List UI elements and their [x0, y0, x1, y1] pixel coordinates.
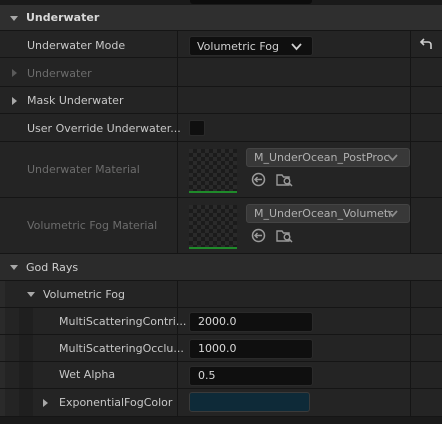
property-label: User Override Underwater... — [27, 122, 181, 135]
wet-alpha-input[interactable]: 0.5 — [189, 366, 313, 386]
use-selected-icon[interactable] — [251, 228, 266, 243]
indent-guide — [19, 335, 33, 361]
browse-icon[interactable] — [276, 228, 293, 243]
name-cell: Underwater Material — [0, 142, 178, 197]
indent-guide — [19, 389, 33, 416]
reset-arrow-icon[interactable] — [419, 38, 433, 50]
underwater-material-row: Underwater Material M_UnderOcean_PostPro… — [0, 142, 442, 198]
indent-guide — [0, 362, 5, 388]
chevron-down-icon — [387, 210, 398, 218]
property-label: Underwater Mode — [27, 39, 126, 52]
property-label: Volumetric Fog Material — [27, 219, 158, 232]
multi-scattering-contribution-input[interactable]: 2000.0 — [189, 312, 313, 332]
name-cell: ExponentialFogColor — [33, 389, 178, 416]
collapse-arrow-icon[interactable] — [27, 292, 35, 297]
name-cell: MultiScatteringOcclu... — [33, 335, 184, 361]
use-selected-icon[interactable] — [251, 172, 266, 187]
asset-name: M_UnderOcean_Volumetr — [254, 207, 393, 220]
chevron-down-icon — [291, 43, 302, 51]
property-label: MultiScatteringOcclu... — [59, 342, 184, 355]
user-override-checkbox[interactable] — [189, 120, 205, 136]
material-thumbnail[interactable] — [189, 205, 237, 249]
name-cell: Volumetric Fog — [5, 281, 178, 307]
material-asset-picker[interactable]: M_UnderOcean_PostProc — [246, 148, 410, 167]
reset-column — [410, 114, 442, 141]
name-cell: MultiScatteringContri... — [33, 308, 186, 334]
indent-guide — [0, 308, 5, 334]
reset-column — [410, 389, 442, 416]
property-label: ExponentialFogColor — [59, 396, 173, 409]
material-asset-picker[interactable]: M_UnderOcean_Volumetr — [246, 204, 410, 223]
underwater-group-row[interactable]: Underwater — [0, 58, 442, 87]
name-cell: Wet Alpha — [33, 362, 178, 388]
mask-underwater-row[interactable]: Mask Underwater — [0, 87, 442, 114]
browse-icon[interactable] — [276, 172, 293, 187]
name-cell: Underwater Mode — [0, 31, 178, 57]
property-label: Mask Underwater — [27, 94, 124, 107]
dropdown-value: Volumetric Fog — [197, 40, 279, 53]
previous-field-edge — [190, 0, 312, 4]
property-label: MultiScatteringContri... — [59, 315, 187, 328]
multi-scattering-occlusion-row: MultiScatteringOcclu... 1000.0 — [0, 335, 442, 362]
category-title: God Rays — [26, 261, 79, 274]
indent-guide — [0, 389, 5, 416]
bottom-strip — [0, 417, 442, 424]
reset-column — [410, 281, 442, 307]
asset-name: M_UnderOcean_PostProc — [254, 151, 390, 164]
fog-color-swatch[interactable] — [189, 392, 310, 412]
category-god-rays[interactable]: God Rays — [0, 254, 442, 281]
reset-column — [410, 198, 442, 253]
underwater-mode-dropdown[interactable]: Volumetric Fog — [189, 36, 313, 56]
wet-alpha-row: Wet Alpha 0.5 — [0, 362, 442, 389]
property-label: Underwater — [27, 67, 92, 80]
indent-guide — [19, 308, 33, 334]
chevron-down-icon — [387, 154, 398, 162]
category-title: Underwater — [26, 11, 100, 24]
collapse-arrow-icon[interactable] — [10, 16, 18, 21]
group-title: Volumetric Fog — [43, 288, 125, 301]
indent-guide — [19, 362, 33, 388]
property-label: Underwater Material — [27, 163, 140, 176]
name-cell: Volumetric Fog Material — [0, 198, 178, 253]
reset-column — [410, 142, 442, 197]
category-underwater[interactable]: Underwater — [0, 5, 442, 31]
multi-scattering-contribution-row: MultiScatteringContri... 2000.0 — [0, 308, 442, 335]
reset-column — [410, 58, 442, 86]
indent-guide — [0, 335, 5, 361]
volumetric-fog-material-row: Volumetric Fog Material M_UnderOcean_Vol… — [0, 198, 442, 254]
user-override-row: User Override Underwater... — [0, 114, 442, 142]
volumetric-fog-group-row[interactable]: Volumetric Fog — [0, 281, 442, 308]
reset-column — [410, 335, 442, 361]
collapse-arrow-icon[interactable] — [10, 265, 18, 270]
expand-arrow-icon[interactable] — [12, 69, 17, 77]
multi-scattering-occlusion-input[interactable]: 1000.0 — [189, 339, 313, 359]
name-cell: User Override Underwater... — [0, 114, 181, 141]
reset-column — [410, 362, 442, 388]
reset-column — [410, 31, 442, 57]
reset-column — [410, 87, 442, 113]
exponential-fog-color-row: ExponentialFogColor — [0, 389, 442, 417]
name-cell: Underwater — [0, 58, 178, 86]
name-cell: Mask Underwater — [0, 87, 178, 113]
underwater-mode-row: Underwater Mode Volumetric Fog — [0, 31, 442, 58]
reset-column — [410, 308, 442, 334]
material-thumbnail[interactable] — [189, 149, 237, 193]
expand-arrow-icon[interactable] — [12, 97, 17, 105]
expand-arrow-icon[interactable] — [43, 399, 48, 407]
property-label: Wet Alpha — [59, 368, 116, 381]
